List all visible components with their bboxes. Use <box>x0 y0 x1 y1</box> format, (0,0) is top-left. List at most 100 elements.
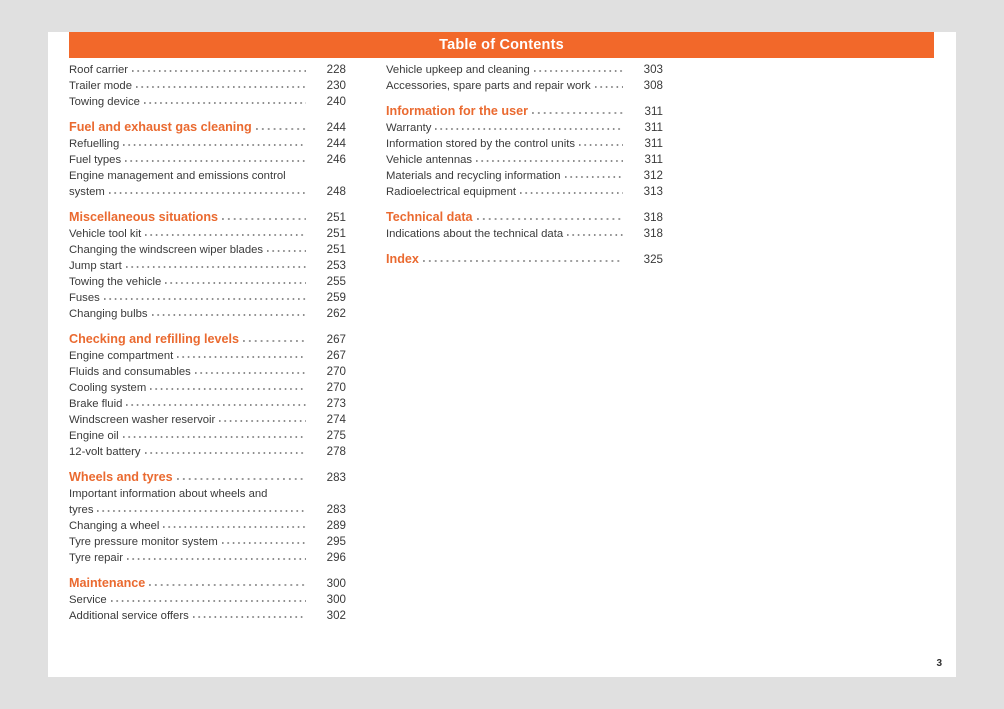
dot-leader <box>144 444 306 455</box>
toc-entry[interactable]: Vehicle upkeep and cleaning 303 <box>386 62 663 78</box>
toc-entry-title: Fluids and consumables <box>69 366 191 378</box>
toc-entry[interactable]: Fuel types 246 <box>69 152 346 168</box>
toc-entry[interactable]: Windscreen washer reservoir 274 <box>69 412 346 428</box>
toc-entry[interactable]: Roof carrier 228 <box>69 62 346 78</box>
toc-section-entry[interactable]: Miscellaneous situations 251 <box>69 209 346 226</box>
dot-leader <box>136 78 306 89</box>
dot-leader <box>422 252 623 263</box>
toc-entry[interactable]: Engine oil 275 <box>69 428 346 444</box>
toc-section-entry[interactable]: Technical data 318 <box>386 209 663 226</box>
toc-entry[interactable]: Brake fluid 273 <box>69 396 346 412</box>
dot-leader <box>219 412 306 423</box>
dot-leader <box>143 94 306 105</box>
dot-leader <box>567 226 623 237</box>
toc-entry-title: tyres <box>69 504 94 516</box>
toc-entry-page-number: 303 <box>643 63 663 76</box>
toc-entry[interactable]: Warranty 311 <box>386 120 663 136</box>
toc-entry-title: Brake fluid <box>69 398 123 410</box>
left-column: Roof carrier 228 Trailer mode 230 Towing dev… <box>69 62 346 624</box>
toc-entry[interactable]: Additional service offers 302 <box>69 608 346 624</box>
toc-entry[interactable]: Changing a wheel 289 <box>69 518 346 534</box>
dot-leader <box>222 210 306 221</box>
toc-entry-page-number: 240 <box>326 95 346 108</box>
dot-leader <box>192 608 306 619</box>
toc-section-entry[interactable]: Checking and refilling levels 267 <box>69 331 346 348</box>
dot-leader <box>110 592 306 603</box>
dot-leader <box>520 184 623 195</box>
page-title: Table of Contents <box>439 37 564 53</box>
toc-entry-title: Trailer mode <box>69 80 132 92</box>
toc-entry-page-number: 302 <box>326 609 346 622</box>
toc-entry[interactable]: Jump start 253 <box>69 258 346 274</box>
toc-entry-title: Changing the windscreen wiper blades <box>69 244 264 256</box>
toc-entry-continuation[interactable]: Engine management and emissions control <box>69 168 346 184</box>
toc-section-entry[interactable]: Fuel and exhaust gas cleaning 244 <box>69 119 346 136</box>
toc-entry-page-number: 267 <box>326 333 346 346</box>
toc-entry-title: Fuel types <box>69 154 122 166</box>
toc-entry-page-number: 255 <box>326 275 346 288</box>
toc-entry-page-number: 274 <box>326 413 346 426</box>
toc-entry-title: Refuelling <box>69 138 120 150</box>
dot-leader <box>194 364 306 375</box>
toc-entry[interactable]: system 248 <box>69 184 346 200</box>
toc-entry-page-number: 325 <box>643 253 663 266</box>
toc-section-entry[interactable]: Wheels and tyres 283 <box>69 469 346 486</box>
dot-leader <box>435 120 623 131</box>
dot-leader <box>150 380 306 391</box>
toc-entry[interactable]: Towing the vehicle 255 <box>69 274 346 290</box>
dot-leader <box>255 120 306 131</box>
toc-entry[interactable]: Towing device 240 <box>69 94 346 110</box>
dot-leader <box>533 62 623 73</box>
dot-leader <box>579 136 623 147</box>
toc-entry-page-number: 318 <box>643 227 663 240</box>
toc-entry-title: Information for the user <box>386 104 529 118</box>
toc-entry[interactable]: Tyre repair 296 <box>69 550 346 566</box>
dot-leader <box>125 258 306 269</box>
toc-entry[interactable]: Changing the windscreen wiper blades 251 <box>69 242 346 258</box>
dot-leader <box>125 152 306 163</box>
toc-entry[interactable]: Engine compartment 267 <box>69 348 346 364</box>
toc-entry[interactable]: Refuelling 244 <box>69 136 346 152</box>
toc-entry-page-number: 278 <box>326 445 346 458</box>
dot-leader <box>108 184 306 195</box>
toc-entry-title: Windscreen washer reservoir <box>69 414 216 426</box>
toc-section-entry[interactable]: Index 325 <box>386 251 663 268</box>
dot-leader <box>122 428 306 439</box>
dot-leader <box>267 242 306 253</box>
toc-entry-page-number: 300 <box>326 593 346 606</box>
toc-entry-title: Jump start <box>69 260 122 272</box>
toc-entry-page-number: 311 <box>644 121 663 134</box>
dot-leader <box>594 78 623 89</box>
toc-entry[interactable]: Fluids and consumables 270 <box>69 364 346 380</box>
toc-entry[interactable]: Changing bulbs 262 <box>69 306 346 322</box>
toc-entry-title: Fuses <box>69 292 100 304</box>
dot-leader <box>243 332 306 343</box>
toc-entry[interactable]: tyres 283 <box>69 502 346 518</box>
toc-entry-title: Information stored by the control units <box>386 138 576 150</box>
toc-entry-page-number: 244 <box>326 137 346 150</box>
toc-entry-page-number: 295 <box>326 535 346 548</box>
toc-entry[interactable]: Information stored by the control units 3… <box>386 136 663 152</box>
toc-entry-page-number: 246 <box>326 153 346 166</box>
toc-entry[interactable]: Cooling system 270 <box>69 380 346 396</box>
toc-entry[interactable]: Fuses 259 <box>69 290 346 306</box>
toc-entry[interactable]: Radioelectrical equipment 313 <box>386 184 663 200</box>
toc-entry[interactable]: Tyre pressure monitor system 295 <box>69 534 346 550</box>
toc-entry[interactable]: Vehicle tool kit 251 <box>69 226 346 242</box>
toc-entry[interactable]: Materials and recycling information 312 <box>386 168 663 184</box>
toc-entry[interactable]: Trailer mode 230 <box>69 78 346 94</box>
toc-entry[interactable]: Vehicle antennas 311 <box>386 152 663 168</box>
toc-section-entry[interactable]: Maintenance 300 <box>69 575 346 592</box>
toc-entry[interactable]: Indications about the technical data 318 <box>386 226 663 242</box>
toc-entry-page-number: 267 <box>326 349 346 362</box>
toc-entry-continuation[interactable]: Important information about wheels and <box>69 486 346 502</box>
dot-leader <box>176 470 306 481</box>
toc-entry-title: Technical data <box>386 210 473 224</box>
dot-leader <box>476 210 623 221</box>
toc-entry[interactable]: Service 300 <box>69 592 346 608</box>
toc-entry[interactable]: Accessories, spare parts and repair work… <box>386 78 663 94</box>
toc-entry[interactable]: 12-volt battery 278 <box>69 444 346 460</box>
toc-section-entry[interactable]: Information for the user 311 <box>386 103 663 120</box>
dot-leader <box>127 550 306 561</box>
toc-entry-title: Wheels and tyres <box>69 470 173 484</box>
